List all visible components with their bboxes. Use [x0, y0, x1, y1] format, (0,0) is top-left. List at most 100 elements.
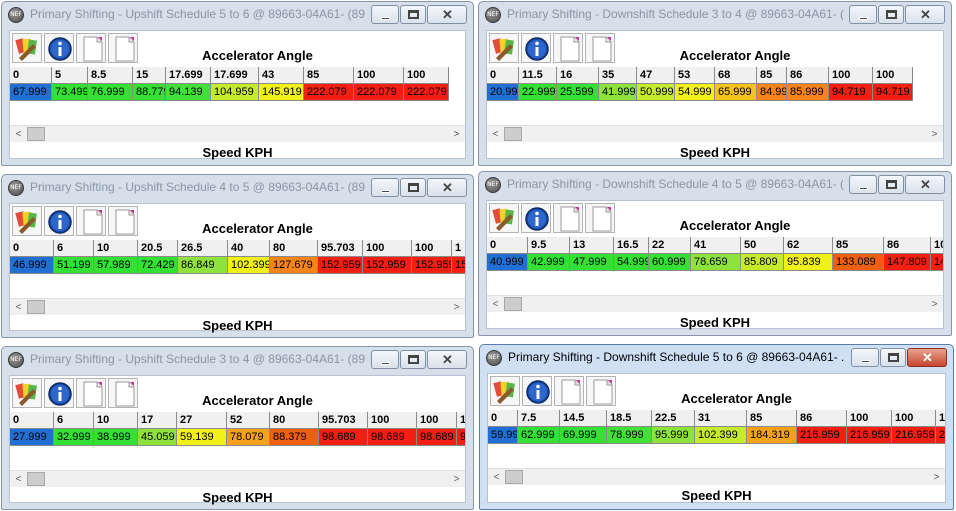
window-upshift-3-to-4[interactable]: NEF Primary Shifting - Upshift Schedule 3… — [1, 346, 474, 510]
axis-header-cell[interactable]: 26.5 — [178, 240, 228, 257]
axis-header-cell[interactable]: 18.5 — [607, 410, 652, 427]
map-table[interactable]: 07.514.518.522.5318586100100159.99962.99… — [488, 410, 945, 444]
axis-header-cell[interactable]: 85 — [304, 67, 354, 84]
value-cell[interactable]: 222.079 — [304, 84, 354, 101]
value-cell[interactable]: 72.429 — [138, 257, 178, 274]
window-upshift-4-to-5[interactable]: NEF Primary Shifting - Upshift Schedule 4… — [1, 174, 474, 338]
value-cell[interactable]: 145.919 — [259, 84, 304, 101]
axis-header-cell[interactable]: 27 — [177, 412, 227, 429]
axis-header-cell[interactable]: 100 — [873, 67, 913, 84]
axis-header-cell[interactable]: 100 — [931, 237, 943, 254]
value-cell[interactable]: 57.989 — [94, 257, 138, 274]
axis-header-cell[interactable]: 1 — [452, 240, 465, 257]
maximize-button[interactable] — [400, 5, 426, 24]
maximize-button[interactable] — [880, 348, 906, 367]
map-table[interactable]: 09.51316.522415062858610040.99942.99947.… — [487, 237, 943, 271]
scroll-left-icon[interactable]: < — [488, 469, 505, 486]
maximize-button[interactable] — [878, 5, 904, 24]
axis-header-cell[interactable]: 80 — [270, 412, 319, 429]
value-cell[interactable]: 54.999 — [614, 254, 649, 271]
axis-header-cell[interactable]: 31 — [695, 410, 747, 427]
maximize-button[interactable] — [400, 350, 426, 369]
axis-header-cell[interactable]: 85 — [747, 410, 797, 427]
axis-header-cell[interactable]: 85 — [757, 67, 787, 84]
scroll-left-icon[interactable]: < — [487, 126, 504, 143]
scroll-thumb[interactable] — [27, 300, 45, 314]
axis-header-cell[interactable]: 95.703 — [318, 240, 363, 257]
axis-header-cell[interactable]: 41 — [691, 237, 741, 254]
value-cell[interactable]: 76.999 — [88, 84, 133, 101]
map-table[interactable]: 06101727528095.70310010010027.99932.9993… — [10, 412, 465, 446]
axis-header-cell[interactable]: 0 — [488, 410, 518, 427]
value-cell[interactable]: 78.659 — [691, 254, 741, 271]
map-table[interactable]: 0 5 8.5 15 17.699 17.699 43 85 100 100 67.999 73.49… — [10, 67, 465, 101]
value-cell[interactable]: 42.999 — [528, 254, 570, 271]
axis-header-cell[interactable]: 15 — [133, 67, 166, 84]
minimize-button[interactable] — [371, 350, 399, 369]
axis-header-cell[interactable]: 100 — [847, 410, 892, 427]
scroll-right-icon[interactable]: > — [926, 126, 943, 143]
scroll-left-icon[interactable]: < — [10, 126, 27, 143]
value-cell[interactable]: 78.079 — [227, 429, 270, 446]
scroll-thumb[interactable] — [505, 470, 523, 484]
axis-header-cell[interactable]: 43 — [259, 67, 304, 84]
axis-header-cell[interactable]: 86 — [797, 410, 847, 427]
value-cell[interactable]: 102.399 — [695, 427, 747, 444]
horizontal-scrollbar[interactable]: < > — [487, 125, 943, 142]
axis-header-cell[interactable]: 100 — [368, 412, 417, 429]
value-cell[interactable]: 102.399 — [228, 257, 270, 274]
value-cell[interactable]: 62.999 — [518, 427, 560, 444]
scroll-thumb[interactable] — [27, 472, 45, 486]
value-cell[interactable]: 98.689 — [368, 429, 417, 446]
close-button[interactable]: ✕ — [907, 348, 947, 367]
axis-header-cell[interactable]: 7.5 — [518, 410, 560, 427]
minimize-button[interactable] — [849, 175, 877, 194]
close-button[interactable]: ✕ — [905, 175, 945, 194]
scroll-left-icon[interactable]: < — [10, 299, 27, 316]
axis-header-cell[interactable]: 0 — [10, 412, 54, 429]
value-cell[interactable]: 46.999 — [10, 257, 54, 274]
title-bar[interactable]: NEF Primary Shifting - Downshift Schedule… — [479, 2, 951, 28]
axis-header-cell[interactable]: 11.5 — [519, 67, 557, 84]
axis-header-cell[interactable]: 50 — [741, 237, 784, 254]
value-cell[interactable]: 85.809 — [741, 254, 784, 271]
title-bar[interactable]: NEF Primary Shifting - Upshift Schedule 3… — [2, 347, 473, 373]
value-cell[interactable]: 95.839 — [784, 254, 833, 271]
window-downshift-5-to-6[interactable]: NEF Primary Shifting - Downshift Schedule… — [479, 344, 954, 510]
value-cell[interactable]: 98.689 — [457, 429, 465, 446]
value-cell[interactable]: 152.959 — [318, 257, 363, 274]
minimize-button[interactable] — [849, 5, 877, 24]
window-upshift-5-to-6[interactable]: NEF Primary Shifting - Upshift Schedule 5… — [1, 1, 474, 166]
value-cell[interactable]: 95.999 — [652, 427, 695, 444]
minimize-button[interactable] — [371, 178, 399, 197]
value-cell[interactable]: 152.959 — [412, 257, 452, 274]
value-cell[interactable]: 54.999 — [675, 84, 715, 101]
axis-header-cell[interactable]: 6 — [54, 240, 94, 257]
value-cell[interactable]: 27.999 — [10, 429, 54, 446]
axis-header-cell[interactable]: 40 — [228, 240, 270, 257]
title-bar[interactable]: NEF Primary Shifting - Downshift Schedule… — [480, 345, 953, 371]
axis-header-cell[interactable]: 85 — [833, 237, 884, 254]
horizontal-scrollbar[interactable]: < > — [10, 298, 465, 315]
axis-header-cell[interactable]: 0 — [487, 237, 528, 254]
scroll-right-icon[interactable]: > — [448, 299, 465, 316]
axis-header-cell[interactable]: 35 — [599, 67, 637, 84]
value-cell[interactable]: 127.679 — [270, 257, 318, 274]
value-cell[interactable]: 65.999 — [715, 84, 757, 101]
scroll-right-icon[interactable]: > — [928, 469, 945, 486]
axis-header-cell[interactable]: 100 — [363, 240, 412, 257]
value-cell[interactable]: 25.599 — [557, 84, 599, 101]
axis-header-cell[interactable]: 100 — [457, 412, 465, 429]
axis-header-cell[interactable]: 95.703 — [319, 412, 368, 429]
value-cell[interactable]: 184.319 — [747, 427, 797, 444]
value-cell[interactable]: 98.689 — [319, 429, 368, 446]
title-bar[interactable]: NEF Primary Shifting - Downshift Schedule… — [479, 172, 951, 198]
value-cell[interactable]: 67.999 — [10, 84, 52, 101]
scroll-right-icon[interactable]: > — [926, 296, 943, 313]
value-cell[interactable]: 216.959 — [892, 427, 936, 444]
value-cell[interactable]: 98.689 — [417, 429, 457, 446]
value-cell[interactable]: 22.999 — [519, 84, 557, 101]
value-cell[interactable]: 147.809 — [884, 254, 931, 271]
axis-header-cell[interactable]: 100 — [412, 240, 452, 257]
title-bar[interactable]: NEF Primary Shifting - Upshift Schedule 4… — [2, 175, 473, 201]
